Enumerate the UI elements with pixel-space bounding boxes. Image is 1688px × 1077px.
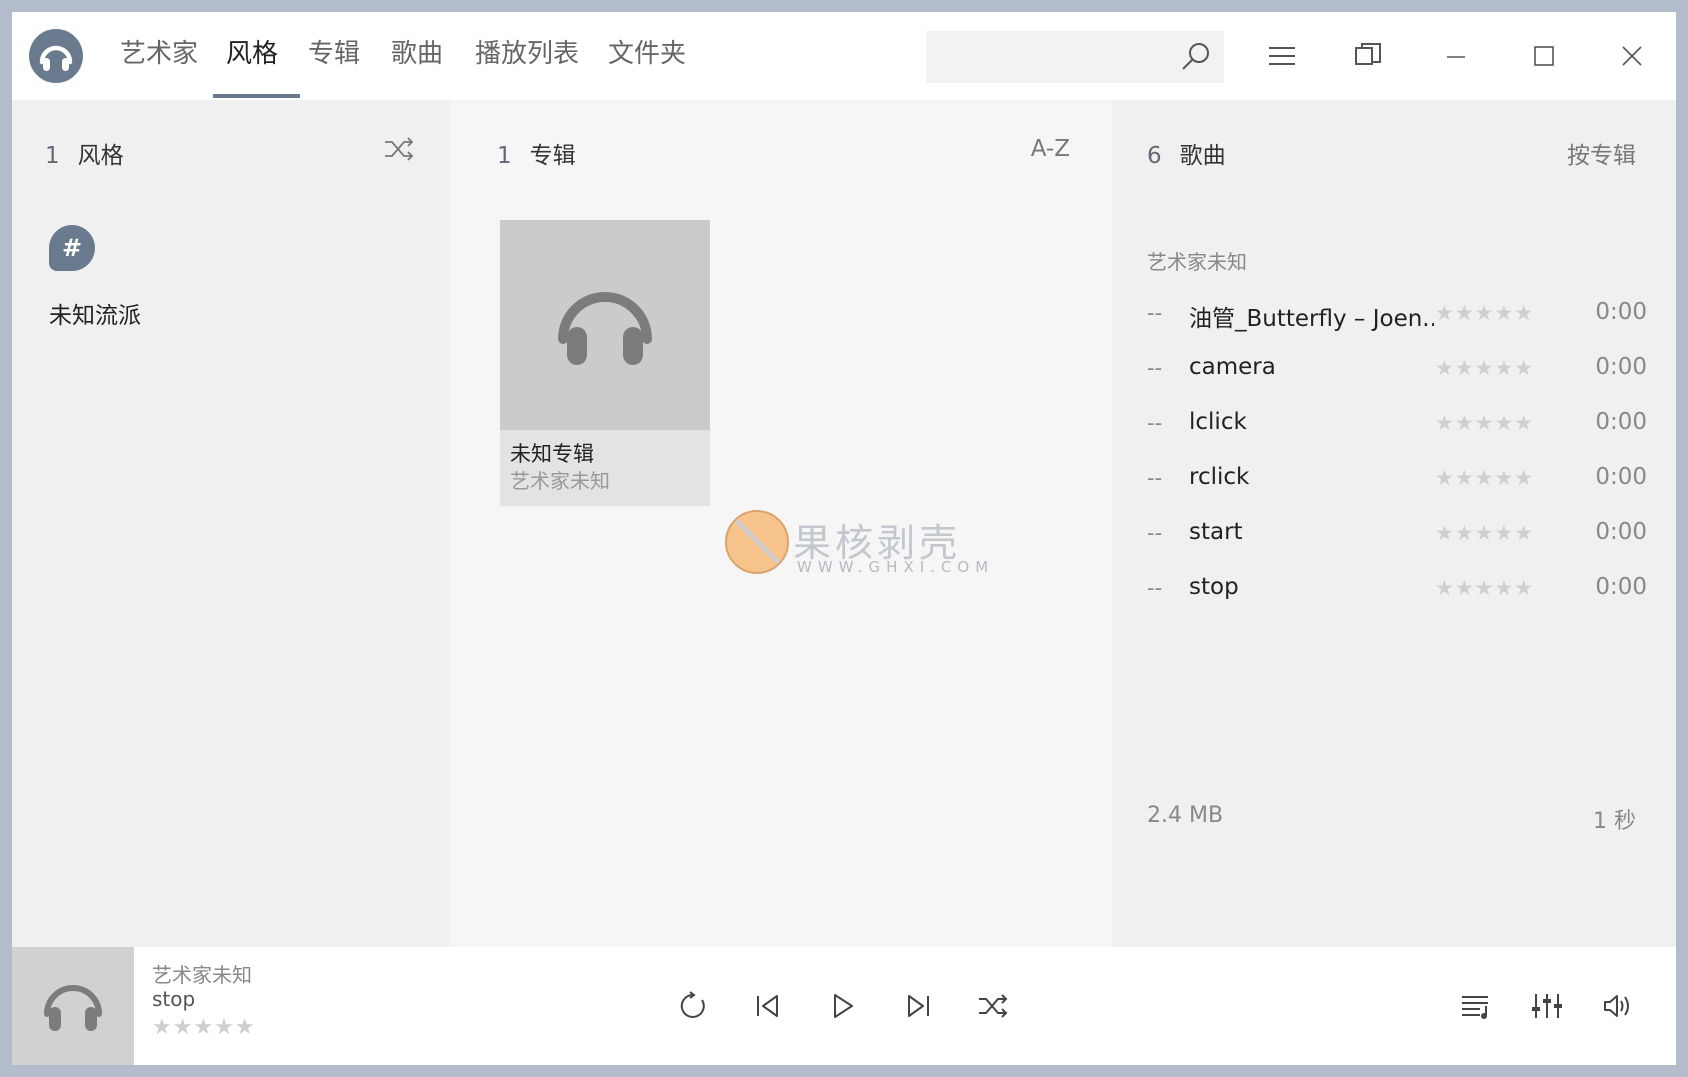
minimize-icon[interactable]: [1430, 32, 1482, 80]
album-title: 未知专辑: [510, 442, 594, 466]
song-title: camera: [1189, 354, 1276, 380]
song-number: --: [1147, 411, 1163, 435]
shuffle-genres-icon[interactable]: [384, 136, 414, 166]
songs-header-label: 歌曲: [1179, 143, 1226, 169]
song-row[interactable]: -- stop ★★★★★ 0:00: [1147, 570, 1647, 610]
play-icon[interactable]: [819, 982, 867, 1030]
album-sort-button[interactable]: A-Z: [1031, 136, 1070, 162]
genre-column: 1 风格 # 未知流派: [12, 100, 450, 947]
menu-icon[interactable]: [1256, 32, 1308, 80]
song-duration: 0:00: [1595, 299, 1647, 325]
song-title: stop: [1189, 574, 1239, 600]
next-icon[interactable]: [894, 982, 942, 1030]
repeat-icon[interactable]: [669, 982, 717, 1030]
song-row[interactable]: -- lclick ★★★★★ 0:00: [1147, 405, 1647, 445]
song-rating[interactable]: ★★★★★: [1435, 576, 1534, 600]
mini-player-icon[interactable]: [1342, 32, 1394, 80]
genre-count: 1: [45, 143, 60, 169]
now-playing-rating[interactable]: ★★★★★: [152, 1015, 256, 1040]
maximize-icon[interactable]: [1518, 32, 1570, 80]
song-duration: 0:00: [1595, 354, 1647, 380]
active-tab-indicator: [213, 94, 300, 98]
song-title: 油管_Butterfly – Joen...: [1189, 306, 1434, 332]
song-rating[interactable]: ★★★★★: [1435, 411, 1534, 435]
song-title: start: [1189, 519, 1243, 545]
shuffle-icon[interactable]: [969, 982, 1017, 1030]
song-row[interactable]: -- start ★★★★★ 0:00: [1147, 515, 1647, 555]
tab-genres[interactable]: 风格: [226, 34, 278, 74]
song-duration: 0:00: [1595, 574, 1647, 600]
genre-group-badge: #: [49, 225, 95, 271]
now-playing-title: stop: [152, 987, 196, 1011]
queue-icon[interactable]: [1452, 982, 1500, 1030]
now-playing-art[interactable]: [12, 947, 134, 1065]
song-number: --: [1147, 576, 1163, 600]
songs-column: 6 歌曲 按专辑 艺术家未知 -- 油管_Butterfly – Joen... …: [1112, 100, 1676, 947]
songs-total-time: 1 秒: [1593, 809, 1636, 834]
songs-sort-button[interactable]: 按专辑: [1567, 136, 1636, 170]
tab-folders[interactable]: 文件夹: [608, 34, 686, 74]
album-column: 1 专辑 A-Z 未知专辑 艺术家未知 果核剥壳 WWW.GHXI.COM: [450, 100, 1112, 947]
tab-songs[interactable]: 歌曲: [391, 34, 443, 74]
album-header-label: 专辑: [529, 143, 576, 169]
song-number: --: [1147, 466, 1163, 490]
song-rating[interactable]: ★★★★★: [1435, 521, 1534, 545]
album-count: 1: [497, 143, 512, 169]
now-playing-artist: 艺术家未知: [152, 963, 252, 987]
album-artist: 艺术家未知: [510, 469, 610, 493]
watermark: 果核剥壳 WWW.GHXI.COM: [725, 510, 1005, 590]
watermark-logo-icon: [725, 510, 789, 574]
genre-header-label: 风格: [77, 143, 124, 169]
headphones-icon: [44, 985, 102, 1031]
tab-playlists[interactable]: 播放列表: [475, 34, 579, 74]
album-art: [500, 220, 710, 430]
search-icon[interactable]: [1180, 41, 1212, 73]
songs-header: 6 歌曲: [1147, 136, 1226, 170]
songs-group-header: 艺术家未知: [1147, 250, 1247, 274]
close-icon[interactable]: [1606, 32, 1658, 80]
song-title: rclick: [1189, 464, 1250, 490]
genre-item-unknown[interactable]: 未知流派: [49, 296, 141, 330]
song-duration: 0:00: [1595, 464, 1647, 490]
player-bar: 艺术家未知 stop ★★★★★: [12, 947, 1676, 1065]
song-row[interactable]: -- rclick ★★★★★ 0:00: [1147, 460, 1647, 500]
album-card[interactable]: 未知专辑 艺术家未知: [500, 220, 710, 506]
app-logo-icon: [29, 29, 83, 83]
song-duration: 0:00: [1595, 409, 1647, 435]
search-box: [926, 31, 1224, 83]
tab-artists[interactable]: 艺术家: [120, 34, 198, 74]
genre-header: 1 风格: [45, 136, 124, 170]
song-duration: 0:00: [1595, 519, 1647, 545]
volume-icon[interactable]: [1594, 982, 1642, 1030]
equalizer-icon[interactable]: [1523, 982, 1571, 1030]
tab-albums[interactable]: 专辑: [308, 34, 360, 74]
song-number: --: [1147, 301, 1163, 325]
previous-icon[interactable]: [744, 982, 792, 1030]
song-row[interactable]: -- 油管_Butterfly – Joen... ★★★★★ 0:00: [1147, 295, 1647, 335]
headphones-icon: [558, 292, 652, 365]
song-rating[interactable]: ★★★★★: [1435, 466, 1534, 490]
album-header: 1 专辑: [497, 136, 576, 170]
song-title: lclick: [1189, 409, 1247, 435]
song-number: --: [1147, 356, 1163, 380]
songs-count: 6: [1147, 143, 1162, 169]
song-row[interactable]: -- camera ★★★★★ 0:00: [1147, 350, 1647, 390]
title-bar: 艺术家 风格 专辑 歌曲 播放列表 文件夹: [12, 12, 1676, 100]
song-rating[interactable]: ★★★★★: [1435, 356, 1534, 380]
watermark-url: WWW.GHXI.COM: [797, 558, 995, 576]
songs-total-size: 2.4 MB: [1147, 803, 1224, 828]
search-input[interactable]: [926, 31, 1190, 83]
song-number: --: [1147, 521, 1163, 545]
song-rating[interactable]: ★★★★★: [1435, 301, 1534, 325]
app-window: 艺术家 风格 专辑 歌曲 播放列表 文件夹 1 风格 # 未知流派 1 专辑 A…: [12, 12, 1676, 1065]
